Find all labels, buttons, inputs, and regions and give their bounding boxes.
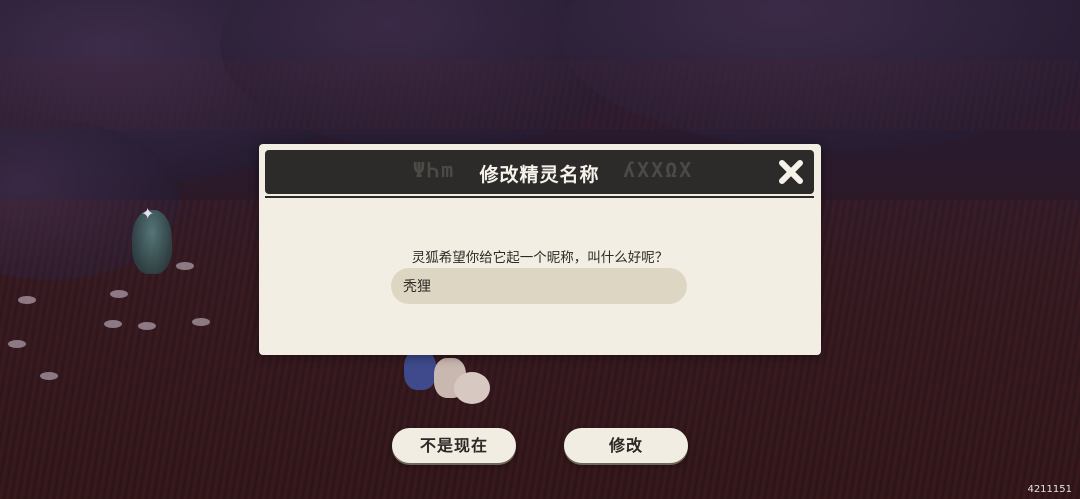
dialog-prompt: 灵狐希望你给它起一个昵称，叫什么好呢？ [411,250,669,266]
rename-dialog: ΨᏂm ʎXXΩΧ 修改精灵名称 灵狐希望你给它起一个昵称，叫什么好呢？ [259,144,821,355]
flower [110,290,128,298]
nickname-input[interactable] [391,268,687,304]
flower [104,320,122,328]
flower [40,372,58,380]
rename-confirm-button[interactable]: 修改 [564,428,688,463]
game-scene: ✦ ΨᏂm ʎXXΩΧ 修改精灵名称 灵狐希望你给它起一个昵称，叫什么好呢？ 不… [0,0,1080,499]
header-divider [265,196,814,198]
flower [192,318,210,326]
sparkle-icon: ✦ [141,204,155,223]
dialog-title: 修改精灵名称 [479,164,600,186]
grass-field [0,60,1080,130]
flower [138,322,156,330]
dialog-header: ΨᏂm ʎXXΩΧ 修改精灵名称 [265,150,814,194]
flower [176,262,194,270]
version-label: 4211151 [1027,484,1072,495]
flower [8,340,26,348]
player-character [404,350,494,410]
close-icon [779,160,803,184]
close-button[interactable] [776,157,806,187]
flower [18,296,36,304]
not-now-button[interactable]: 不是现在 [392,428,516,463]
